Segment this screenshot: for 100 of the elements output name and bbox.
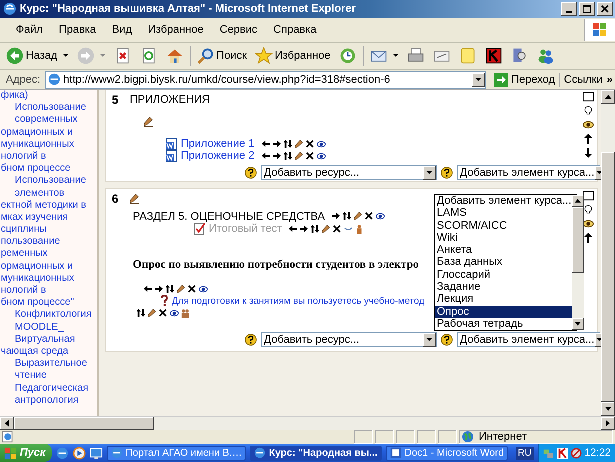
links-label[interactable]: Ссылки: [564, 74, 603, 86]
maximize-button[interactable]: [579, 2, 595, 16]
help-icon[interactable]: [245, 334, 257, 346]
eye-icon[interactable]: [199, 284, 208, 294]
course-link-line[interactable]: Использование: [0, 175, 97, 188]
course-link-line[interactable]: ормационных и: [0, 126, 97, 139]
dropdown-option[interactable]: SCORM/AICC: [435, 220, 572, 232]
search-button[interactable]: Поиск: [194, 45, 250, 67]
move-updown-icon[interactable]: [284, 140, 293, 148]
course-link-line[interactable]: чтение: [0, 370, 97, 382]
add-resource-select[interactable]: Добавить ресурс...: [261, 165, 437, 180]
move-updown-icon[interactable]: [284, 152, 293, 160]
add-activity-select[interactable]: Добавить элемент курса...: [457, 332, 600, 347]
antivirus-tray-icon[interactable]: [556, 448, 568, 458]
address-field[interactable]: http://www2.bigpi.biysk.ru/umkd/course/view.php?id=318#section-6: [44, 70, 486, 88]
group-icon[interactable]: [181, 308, 190, 318]
course-link-line[interactable]: нологий в: [0, 285, 97, 298]
close-button[interactable]: [597, 2, 613, 16]
course-link-line[interactable]: чающая среда: [0, 346, 97, 358]
taskbar-button[interactable]: Портал АГАО имени В.…: [106, 446, 246, 460]
edit-summary-icon[interactable]: [130, 194, 140, 204]
edit-icon[interactable]: [177, 284, 186, 294]
favorites-button[interactable]: Избранное: [253, 45, 333, 67]
dropdown-option[interactable]: База данных: [435, 256, 572, 269]
scroll-thumb[interactable]: [572, 207, 584, 273]
move-up-icon[interactable]: [582, 233, 594, 243]
minimize-button[interactable]: [561, 2, 577, 16]
delete-icon[interactable]: [306, 152, 315, 160]
menu-item[interactable]: Избранное: [140, 24, 212, 36]
scroll-up-button[interactable]: [572, 195, 584, 207]
edit-icon[interactable]: [354, 212, 364, 221]
course-link-line[interactable]: ормационных и: [0, 260, 97, 273]
course-link-line[interactable]: современных: [0, 114, 97, 127]
move-updown-icon[interactable]: [311, 224, 320, 234]
scroll-down-button[interactable]: [572, 318, 584, 330]
course-link-line[interactable]: пользование: [0, 236, 97, 248]
delete-icon[interactable]: [333, 224, 342, 234]
desktop-icon[interactable]: [90, 446, 103, 460]
dropdown-option[interactable]: Wiki: [435, 232, 572, 244]
vertical-scrollbar[interactable]: [601, 90, 615, 416]
course-link-line[interactable]: мках изучения: [0, 212, 97, 224]
eye-icon[interactable]: [170, 308, 179, 318]
browser-launch-icon[interactable]: [56, 446, 69, 460]
dropdown-option[interactable]: Задание: [435, 281, 572, 294]
lightbulb-icon[interactable]: [582, 205, 594, 215]
menu-item[interactable]: Сервис: [212, 24, 266, 36]
dropdown-option[interactable]: Добавить элемент курса...: [435, 195, 572, 208]
scroll-right-button[interactable]: [601, 417, 615, 430]
horizontal-scrollbar[interactable]: [0, 416, 615, 430]
help-icon[interactable]: [441, 166, 453, 178]
course-link-line[interactable]: Выразительное: [0, 358, 97, 370]
edit-summary-icon[interactable]: [144, 117, 154, 127]
dropdown-option[interactable]: Опрос: [435, 306, 572, 318]
move-updown-icon[interactable]: [343, 212, 352, 221]
course-link-line[interactable]: Виртуальная: [0, 334, 97, 346]
course-link-line[interactable]: фика): [0, 90, 97, 102]
move-left-icon[interactable]: [289, 224, 298, 234]
eye-icon[interactable]: [376, 212, 386, 221]
add-resource-select[interactable]: Добавить ресурс...: [261, 332, 437, 347]
move-updown-icon[interactable]: [137, 308, 146, 318]
course-link-line[interactable]: муникационных: [0, 138, 97, 151]
course-link-line[interactable]: Конфликтология: [0, 309, 97, 322]
taskbar-button[interactable]: Doc1 - Microsoft Word: [386, 446, 508, 460]
media-player-icon[interactable]: [72, 446, 86, 460]
scroll-down-button[interactable]: [601, 402, 615, 416]
menu-item[interactable]: Файл: [8, 24, 52, 36]
move-right-icon[interactable]: [300, 224, 310, 234]
dropdown-option[interactable]: Рабочая тетрадь: [435, 318, 572, 330]
activity-link[interactable]: Для подготовки к занятиям вы пользуетесь учебно-метод: [172, 296, 425, 306]
delete-icon[interactable]: [306, 140, 315, 148]
taskbar-button[interactable]: Курс: "Народная вы...: [250, 446, 382, 460]
scroll-thumb[interactable]: [14, 417, 154, 430]
course-link-line[interactable]: Использование: [0, 102, 97, 114]
move-up-icon[interactable]: [582, 134, 594, 144]
course-link-line[interactable]: элементов: [0, 188, 97, 200]
course-link-line[interactable]: нологий в: [0, 150, 97, 164]
dropdown-option[interactable]: Глоссарий: [435, 268, 572, 282]
course-link-line[interactable]: сциплины: [0, 224, 97, 236]
person-icon[interactable]: [355, 224, 364, 234]
scroll-left-button[interactable]: [0, 417, 14, 430]
dropdown-option[interactable]: LAMS: [435, 207, 572, 220]
show-only-section-icon[interactable]: [582, 191, 594, 201]
menu-item[interactable]: Правка: [51, 24, 104, 36]
delete-icon[interactable]: [365, 212, 374, 221]
list-scrollbar[interactable]: [572, 195, 584, 330]
move-updown-icon[interactable]: [166, 284, 175, 294]
delete-icon[interactable]: [159, 308, 168, 318]
move-right-icon[interactable]: [332, 212, 342, 221]
lightbulb-icon[interactable]: [582, 106, 594, 116]
move-down-icon[interactable]: [582, 148, 594, 158]
menu-item[interactable]: Вид: [104, 24, 140, 36]
edit-icon[interactable]: [322, 224, 332, 234]
language-indicator[interactable]: RU: [516, 446, 534, 460]
course-link-line[interactable]: Педагогическая: [0, 382, 97, 395]
delete-icon[interactable]: [188, 284, 197, 294]
move-right-icon[interactable]: [155, 284, 164, 294]
edit-icon[interactable]: [148, 308, 157, 318]
back-button[interactable]: Назад: [4, 45, 71, 67]
course-link-line[interactable]: ектной методики в: [0, 200, 97, 212]
dropdown-option[interactable]: Анкета: [435, 244, 572, 256]
